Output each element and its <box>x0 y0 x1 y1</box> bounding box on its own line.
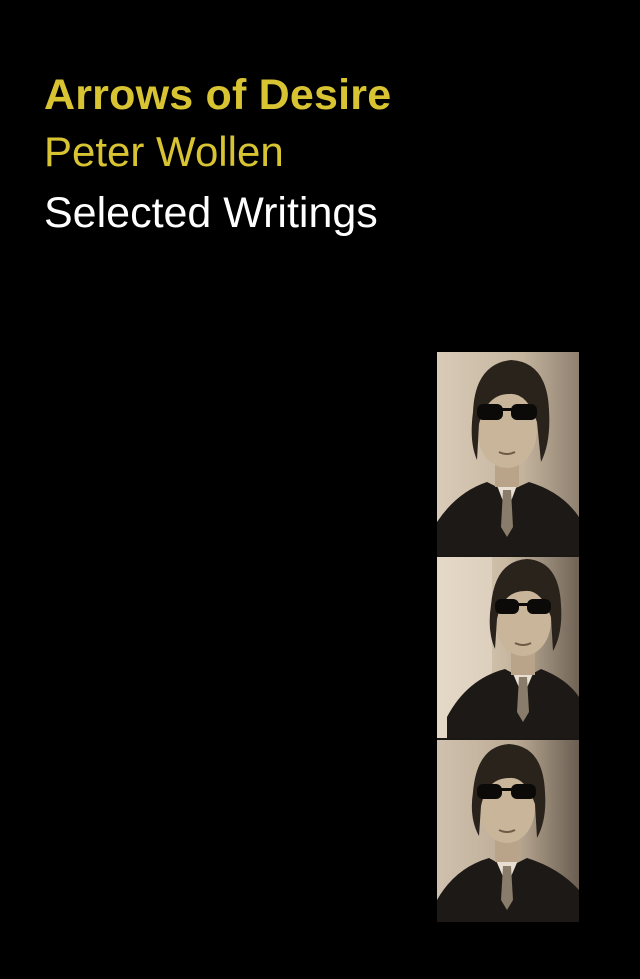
book-subtitle: Selected Writings <box>44 189 378 237</box>
portrait-photo-3 <box>437 740 579 922</box>
portrait-photo-2 <box>437 557 579 738</box>
portrait-photo-1 <box>437 352 579 555</box>
book-cover: Arrows of Desire Peter Wollen Selected W… <box>0 0 640 979</box>
portrait-illustration-2 <box>437 557 579 738</box>
book-author: Peter Wollen <box>44 128 284 175</box>
title-block: Arrows of Desire Peter Wollen Selected W… <box>44 70 391 242</box>
photobooth-strip <box>437 352 579 922</box>
portrait-illustration-3 <box>437 740 579 922</box>
portrait-illustration-1 <box>437 352 579 555</box>
book-title: Arrows of Desire <box>44 71 392 119</box>
